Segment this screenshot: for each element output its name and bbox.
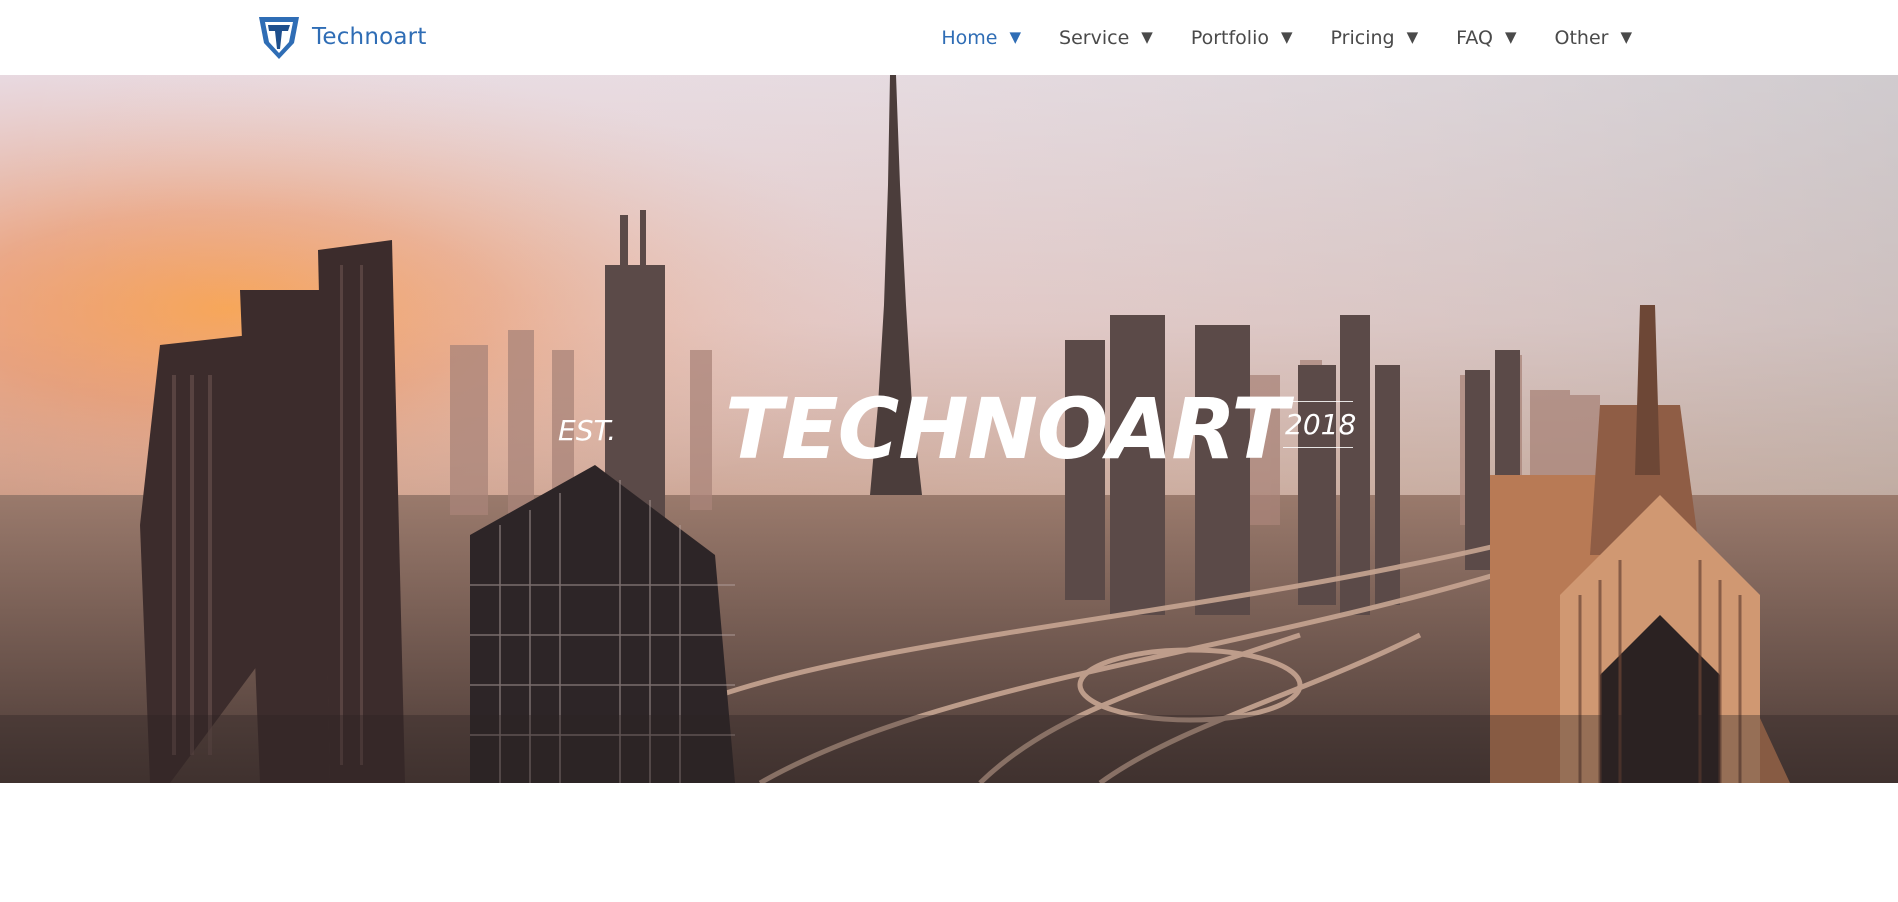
hero-title-group: EST. TECHNOART 2018: [0, 75, 1898, 783]
nav-item-home[interactable]: Home ▼: [941, 27, 1021, 49]
year-label: 2018: [1285, 408, 1357, 441]
nav-label: Portfolio: [1190, 26, 1269, 49]
hero-banner: EST. TECHNOART 2018: [0, 75, 1898, 783]
brand-name: Technoart: [312, 24, 427, 50]
chevron-down-icon: ▼: [1620, 28, 1632, 46]
chevron-down-icon: ▼: [1406, 28, 1419, 46]
nav-label: Service: [1059, 26, 1130, 49]
nav-label: Home: [941, 26, 998, 49]
year-box: 2018: [1283, 401, 1357, 448]
chevron-down-icon: ▼: [1141, 28, 1153, 46]
nav-item-faq[interactable]: FAQ ▼: [1456, 27, 1516, 49]
site-header: Technoart Home ▼ Service ▼ Portfolio ▼ P…: [0, 0, 1898, 75]
nav-item-portfolio[interactable]: Portfolio ▼: [1191, 27, 1293, 49]
chevron-down-icon: ▼: [1009, 28, 1022, 46]
nav-label: FAQ: [1456, 26, 1493, 49]
nav-item-pricing[interactable]: Pricing ▼: [1331, 27, 1419, 49]
nav-label: Pricing: [1330, 26, 1395, 49]
chevron-down-icon: ▼: [1504, 28, 1517, 46]
est-label: EST.: [558, 414, 617, 447]
nav-item-service[interactable]: Service ▼: [1059, 27, 1153, 49]
hero-heading: TECHNOART: [725, 380, 1289, 478]
logo[interactable]: Technoart: [256, 13, 427, 61]
shield-logo-icon: [259, 17, 299, 59]
nav-label: Other: [1554, 26, 1609, 49]
chevron-down-icon: ▼: [1281, 28, 1293, 46]
main-nav: Home ▼ Service ▼ Portfolio ▼ Pricing ▼ F…: [941, 0, 1632, 75]
nav-item-other[interactable]: Other ▼: [1555, 27, 1633, 49]
